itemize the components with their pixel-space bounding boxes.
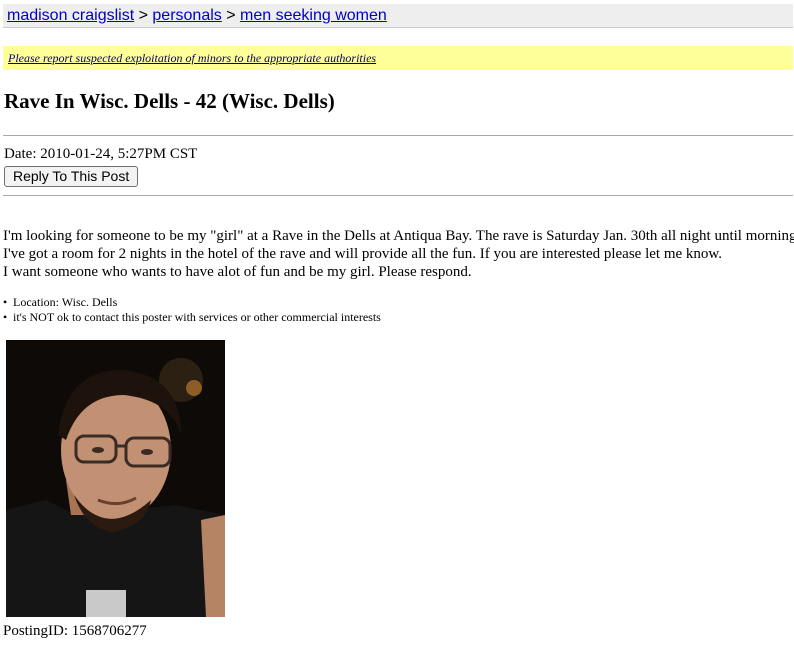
breadcrumb-link-category[interactable]: men seeking women — [240, 7, 387, 24]
post-body: I'm looking for someone to be my "girl" … — [3, 227, 794, 281]
breadcrumb-separator: > — [138, 7, 148, 24]
poster-photo[interactable] — [6, 340, 225, 617]
post-info-list: Location: Wisc. Dells it's NOT ok to con… — [3, 295, 381, 325]
post-date: Date: 2010-01-24, 5:27PM CST — [4, 146, 198, 162]
breadcrumb-separator: > — [226, 7, 236, 24]
poster-photo-image — [6, 340, 225, 617]
breadcrumb-link-section[interactable]: personals — [152, 7, 221, 24]
contact-policy-item: it's NOT ok to contact this poster with … — [3, 310, 381, 325]
post-body-line: I want someone who wants to have alot of… — [3, 264, 472, 280]
reply-button[interactable]: Reply To This Post — [4, 166, 139, 187]
breadcrumb: madison craigslist > personals > men see… — [3, 4, 793, 28]
breadcrumb-link-site[interactable]: madison craigslist — [7, 7, 134, 24]
divider — [3, 195, 793, 196]
location-item: Location: Wisc. Dells — [3, 295, 381, 310]
post-body-line: I've got a room for 2 nights in the hote… — [3, 246, 723, 262]
divider — [3, 135, 793, 136]
posting-id: PostingID: 1568706277 — [3, 623, 147, 639]
exploitation-notice-link[interactable]: Please report suspected exploitation of … — [8, 51, 376, 65]
post-body-line: I'm looking for someone to be my "girl" … — [3, 228, 794, 244]
post-title: Rave In Wisc. Dells - 42 (Wisc. Dells) — [4, 89, 335, 113]
exploitation-notice-bar: Please report suspected exploitation of … — [3, 46, 793, 70]
